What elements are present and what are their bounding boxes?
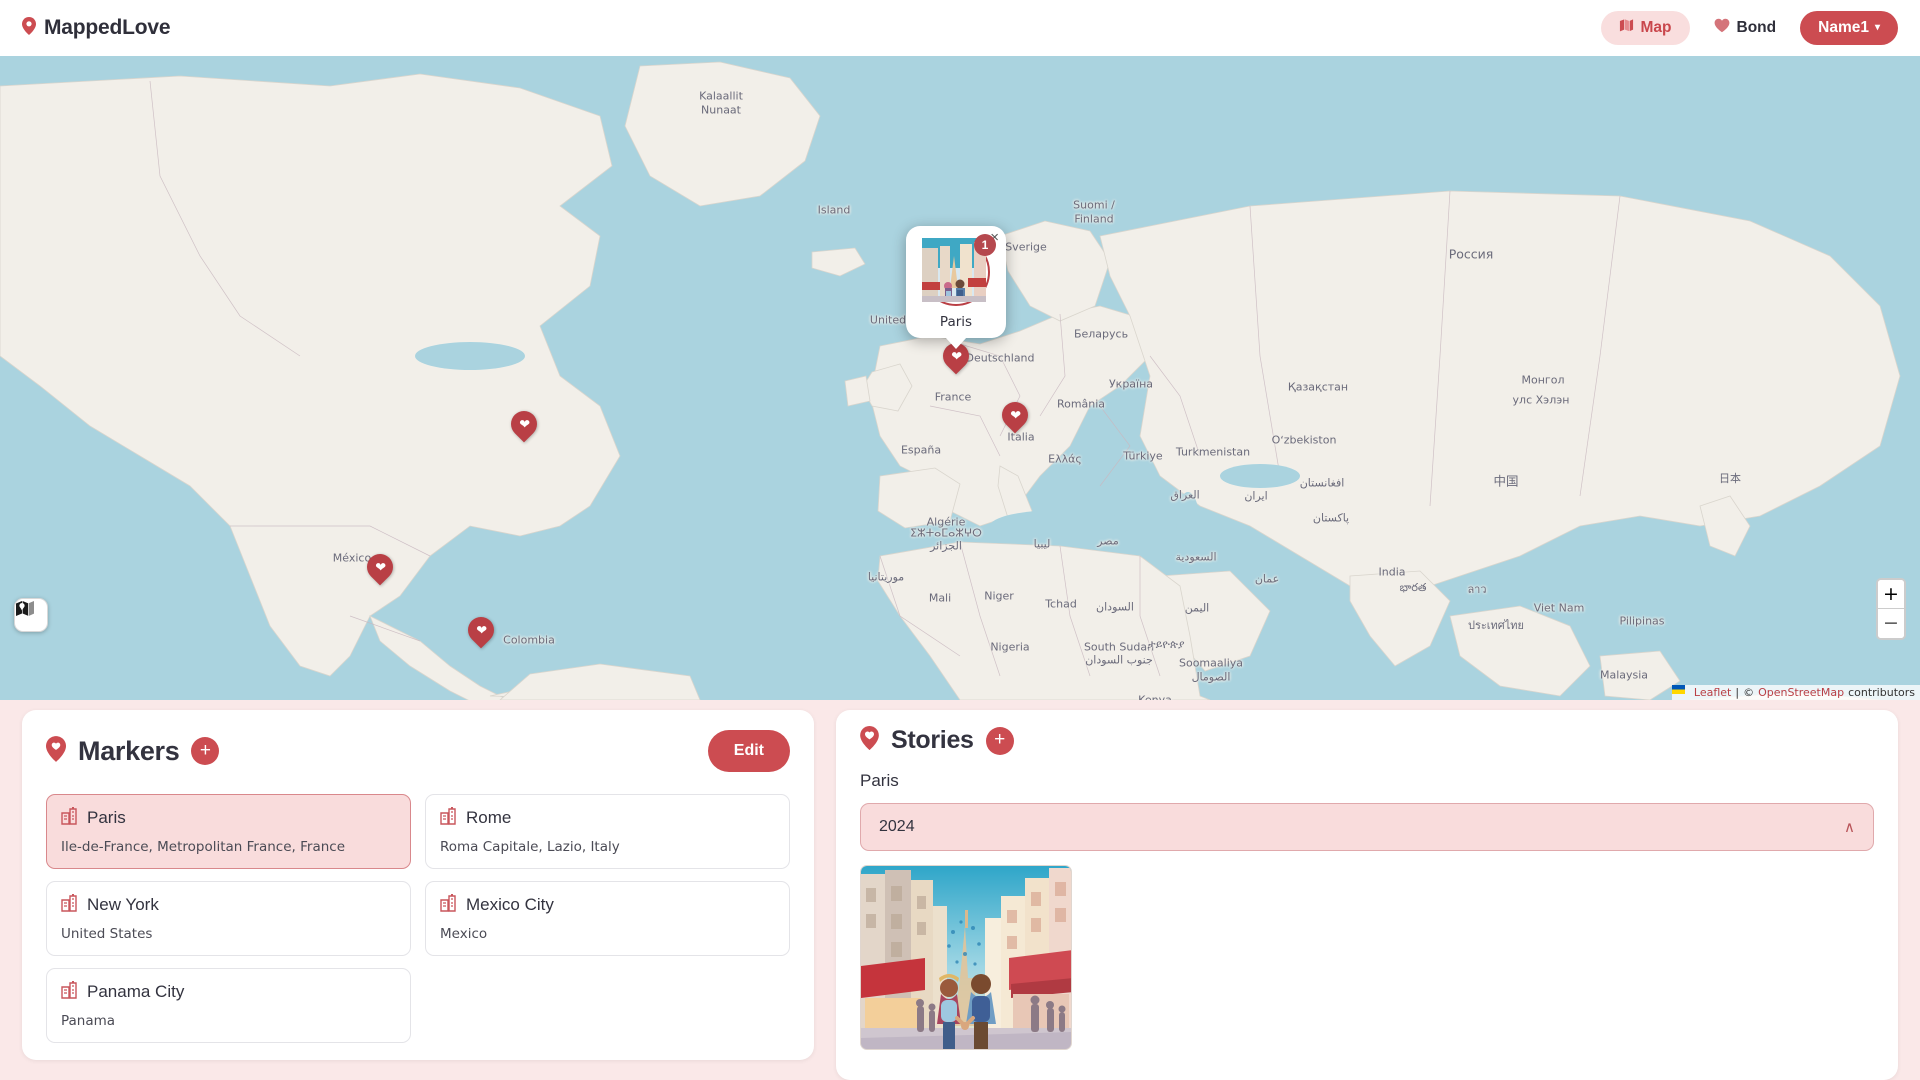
building-icon — [440, 893, 457, 917]
brand-name: MappedLove — [44, 16, 171, 39]
map-marker-pin[interactable]: ❤ — [361, 548, 399, 588]
story-year-accordion[interactable]: 2024 ∧ — [860, 803, 1874, 851]
pin-body: ❤ — [505, 405, 543, 443]
marker-item-location: United States — [61, 926, 153, 942]
marker-item-name: Mexico City — [466, 895, 554, 914]
stories-panel-title: Stories — [891, 726, 974, 754]
heart-icon — [1714, 18, 1730, 38]
marker-item-name: Paris — [87, 808, 126, 827]
nav-bond-button[interactable]: Bond — [1704, 11, 1787, 45]
markers-panel-header: Markers + Edit — [46, 730, 790, 772]
edit-markers-button[interactable]: Edit — [707, 730, 790, 772]
heart-icon: ❤ — [518, 416, 530, 432]
map-pin-icon — [46, 735, 66, 767]
popup-image-wrap: 1 — [922, 234, 996, 306]
heart-pin-icon — [860, 726, 879, 755]
marker-item-name-row: Panama City — [61, 980, 396, 1004]
map-layers-button[interactable] — [14, 598, 48, 632]
marker-list-item[interactable]: Panama City Panama — [46, 968, 411, 1043]
map-marker-pin[interactable]: ❤ — [505, 405, 543, 445]
building-icon — [61, 806, 78, 830]
pin-body: ❤ — [361, 548, 399, 586]
markers-panel-title: Markers — [78, 735, 180, 766]
osm-link[interactable]: OpenStreetMap — [1758, 686, 1844, 699]
marker-item-location: Mexico — [440, 926, 488, 942]
marker-popup[interactable]: × 1 Paris — [906, 226, 1006, 349]
add-story-button[interactable]: + — [985, 726, 1014, 755]
map-marker-pin[interactable]: ❤ — [462, 611, 500, 651]
story-year-label: 2024 — [879, 818, 915, 835]
marker-list-item[interactable]: Rome Roma Capitale, Lazio, Italy — [425, 794, 790, 869]
stories-panel: Stories + Paris 2024 ∧ — [836, 710, 1898, 1080]
marker-item-name: Rome — [466, 808, 512, 827]
markers-panel: Markers + Edit Paris Ile-de-France, Metro… — [22, 710, 814, 1060]
marker-list-item[interactable]: New York United States — [46, 881, 411, 956]
marker-list-item[interactable]: Mexico City Mexico — [425, 881, 790, 956]
user-menu-label: Name1 — [1818, 19, 1869, 36]
attribution-contributors: contributors — [1848, 686, 1915, 699]
copyright-symbol: © — [1743, 686, 1755, 699]
map-marker-pin[interactable]: ❤ — [996, 396, 1034, 436]
nav-map-label: Map — [1640, 19, 1672, 36]
chevron-up-icon: ∧ — [1844, 819, 1855, 836]
attribution-separator: | — [1735, 686, 1740, 699]
marker-item-location: Panama — [61, 1013, 116, 1029]
map-attribution: Leaflet | © OpenStreetMap contributors — [1671, 685, 1920, 700]
add-marker-button[interactable]: + — [191, 737, 220, 765]
bottom-panels: Markers + Edit Paris Ile-de-France, Metro… — [0, 700, 1920, 1080]
stories-panel-header: Stories + — [860, 726, 1874, 755]
marker-item-name-row: Mexico City — [440, 893, 775, 917]
chevron-down-icon: ▾ — [1874, 22, 1880, 33]
building-icon — [61, 807, 77, 825]
map-pin-icon — [22, 16, 36, 40]
zoom-out-button[interactable]: − — [1878, 609, 1904, 638]
marker-item-name-row: Paris — [61, 806, 396, 830]
building-icon — [61, 893, 78, 917]
app-header: MappedLove Map Bond Name1 ▾ — [0, 0, 1920, 56]
zoom-control[interactable]: + − — [1876, 578, 1906, 640]
ukraine-flag-icon — [1671, 685, 1690, 697]
leaflet-map[interactable]: Kalaallit Nunaat Island Suomi / Finland Sveri… — [0, 56, 1920, 700]
building-icon — [440, 806, 457, 830]
map-landmass — [0, 56, 1920, 700]
marker-item-name: New York — [87, 895, 159, 914]
building-icon — [61, 981, 77, 999]
map-folded-icon — [1619, 18, 1634, 38]
popup-title: Paris — [939, 314, 973, 330]
nav-bond-label: Bond — [1736, 19, 1777, 36]
brand[interactable]: MappedLove — [22, 16, 171, 40]
marker-list-item[interactable]: Paris Ile-de-France, Metropolitan France,… — [46, 794, 411, 869]
building-icon — [61, 894, 77, 912]
marker-item-name: Panama City — [87, 982, 185, 1001]
user-menu-button[interactable]: Name1 ▾ — [1800, 11, 1898, 45]
building-icon — [440, 807, 456, 825]
story-count-badge: 1 — [974, 234, 996, 256]
pin-body: ❤ — [996, 396, 1034, 434]
marker-item-location: Ile-de-France, Metropolitan France, Fran… — [61, 839, 345, 855]
stories-selected-marker: Paris — [860, 771, 899, 790]
story-photo[interactable] — [860, 865, 1072, 1050]
building-icon — [61, 980, 78, 1004]
leaflet-link[interactable]: Leaflet — [1694, 686, 1731, 699]
nav-map-button[interactable]: Map — [1600, 11, 1690, 45]
heart-icon: ❤ — [475, 622, 487, 638]
marker-item-name-row: New York — [61, 893, 396, 917]
marker-item-name-row: Rome — [440, 806, 775, 830]
heart-icon: ❤ — [950, 348, 962, 364]
heart-icon: ❤ — [1009, 407, 1021, 423]
header-nav: Map Bond Name1 ▾ — [1600, 11, 1898, 45]
markers-list: Paris Ile-de-France, Metropolitan France,… — [46, 794, 790, 1043]
pin-body: ❤ — [462, 611, 500, 649]
zoom-in-button[interactable]: + — [1878, 580, 1904, 609]
building-icon — [440, 894, 456, 912]
heart-icon: ❤ — [374, 559, 386, 575]
marker-item-location: Roma Capitale, Lazio, Italy — [440, 839, 620, 855]
